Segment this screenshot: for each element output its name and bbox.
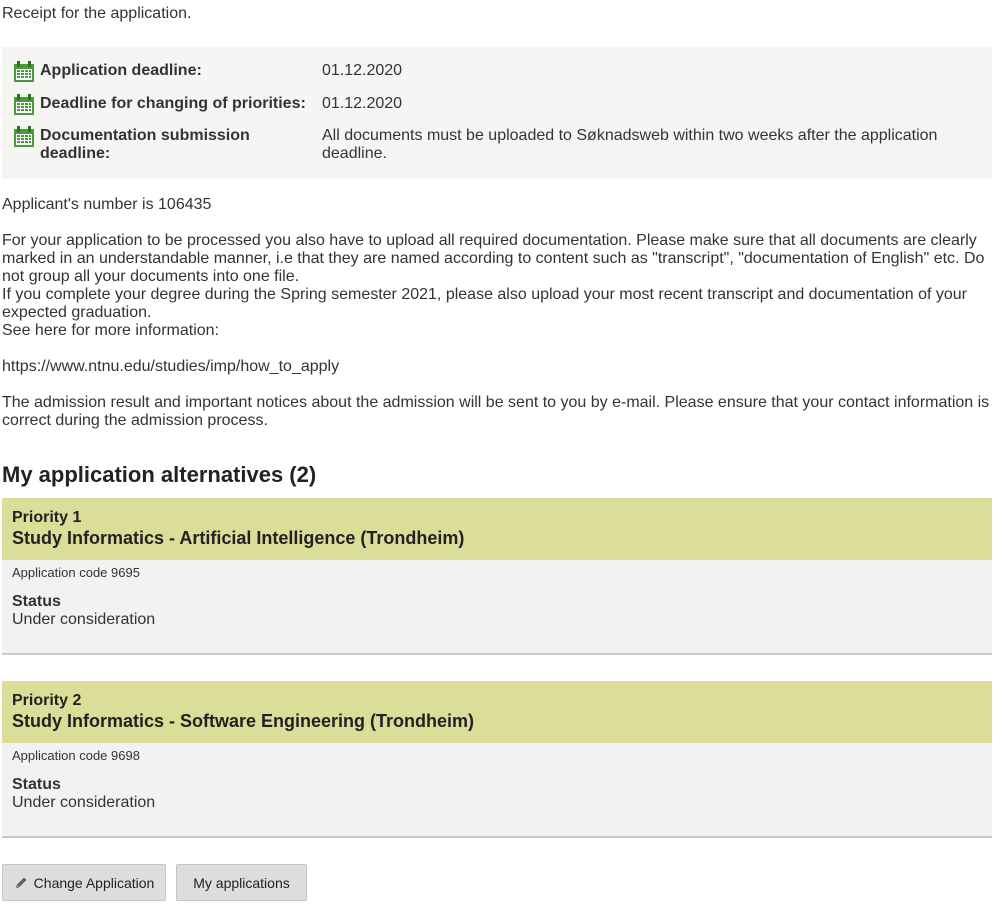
calendar-icon bbox=[14, 126, 34, 147]
alternative-study-name: Study Informatics - Software Engineering… bbox=[12, 711, 475, 731]
change-application-label: Change Application bbox=[33, 874, 155, 891]
alternative-body: Application code 9698 Status Under consi… bbox=[2, 743, 992, 838]
alternative-priority: Priority 2 bbox=[12, 692, 82, 709]
deadline-label: Documentation submission deadline: bbox=[40, 127, 250, 162]
alternatives-title: My application alternatives (2) bbox=[2, 462, 317, 487]
status-label: Status bbox=[12, 593, 61, 610]
change-application-button[interactable]: Change Application bbox=[2, 864, 166, 901]
graduation-instructions: If you complete your degree during the S… bbox=[2, 286, 967, 321]
deadline-label: Deadline for changing of priorities: bbox=[40, 95, 306, 112]
alternative-study-name: Study Informatics - Artificial Intellige… bbox=[12, 528, 465, 548]
deadline-label: Application deadline: bbox=[40, 62, 202, 79]
deadline-value: All documents must be uploaded to Søknad… bbox=[322, 127, 938, 162]
application-alternative: Priority 2 Study Informatics - Software … bbox=[2, 681, 992, 838]
deadlines-panel: Application deadline: 01.12.2020 Deadlin… bbox=[2, 47, 992, 179]
application-alternative: Priority 1 Study Informatics - Artificia… bbox=[2, 498, 992, 655]
alternative-body: Application code 9695 Status Under consi… bbox=[2, 560, 992, 655]
applicant-number: Applicant's number is 106435 bbox=[2, 196, 212, 213]
alternative-priority: Priority 1 bbox=[12, 509, 82, 526]
status-value: Under consideration bbox=[12, 611, 156, 628]
documentation-instructions: For your application to be processed you… bbox=[2, 232, 985, 285]
admission-notice: The admission result and important notic… bbox=[2, 394, 990, 429]
application-code: Application code 9698 bbox=[12, 748, 140, 763]
application-code: Application code 9695 bbox=[12, 565, 140, 580]
calendar-icon bbox=[14, 94, 34, 115]
deadline-value: 01.12.2020 bbox=[322, 62, 403, 79]
deadline-value: 01.12.2020 bbox=[322, 95, 403, 112]
alternative-header: Priority 1 Study Informatics - Artificia… bbox=[2, 498, 992, 560]
calendar-icon bbox=[14, 61, 34, 82]
my-applications-label: My applications bbox=[193, 874, 290, 891]
status-label: Status bbox=[12, 776, 61, 793]
status-value: Under consideration bbox=[12, 794, 156, 811]
more-info-text: See here for more information: bbox=[2, 322, 219, 339]
my-applications-button[interactable]: My applications bbox=[176, 864, 307, 901]
alternative-header: Priority 2 Study Informatics - Software … bbox=[2, 681, 992, 743]
info-link[interactable]: https://www.ntnu.edu/studies/imp/how_to_… bbox=[2, 358, 997, 376]
pencil-icon bbox=[15, 877, 27, 888]
receipt-intro: Receipt for the application. bbox=[2, 5, 192, 22]
